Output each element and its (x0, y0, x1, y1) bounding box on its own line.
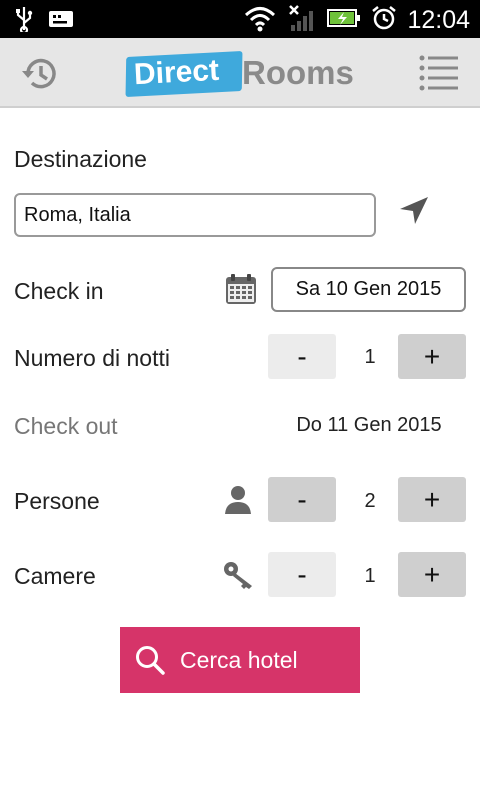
location-arrow-icon[interactable] (397, 194, 431, 228)
checkout-value: Do 11 Gen 2015 (296, 414, 442, 436)
search-button-label: Cerca hotel (180, 646, 298, 673)
rooms-plus-button[interactable]: + (398, 552, 466, 597)
nights-minus-button[interactable]: - (268, 334, 336, 379)
keyboard-icon (48, 10, 74, 33)
search-hotel-button[interactable]: Cerca hotel (120, 627, 360, 693)
logo-direct-text: Direct (133, 53, 220, 92)
key-icon (222, 560, 256, 590)
nights-plus-button[interactable]: + (398, 334, 466, 379)
nights-value: 1 (364, 346, 376, 368)
clock-time: 12:04 (407, 6, 470, 34)
person-icon (222, 484, 254, 516)
app-bar: Direct Rooms (0, 38, 480, 108)
wifi-icon (243, 4, 277, 37)
persons-label: Persone (14, 488, 100, 514)
rooms-minus-button[interactable]: - (268, 552, 336, 597)
logo-rooms-text: Rooms (242, 54, 354, 91)
persons-minus-button[interactable]: - (268, 477, 336, 522)
rooms-label: Camere (14, 563, 96, 589)
calendar-icon[interactable] (224, 272, 258, 306)
persons-value: 2 (364, 490, 376, 512)
persons-plus-button[interactable]: + (398, 477, 466, 522)
destination-input[interactable] (14, 193, 376, 237)
app-logo: Direct Rooms (125, 50, 356, 98)
search-icon (136, 646, 165, 675)
checkin-date-field[interactable]: Sa 10 Gen 2015 (271, 267, 466, 312)
rooms-value: 1 (364, 565, 376, 587)
destination-label: Destinazione (14, 146, 147, 172)
alarm-icon (371, 5, 397, 36)
nights-label: Numero di notti (14, 345, 170, 371)
battery-icon (327, 8, 361, 33)
list-menu-icon[interactable] (418, 53, 460, 93)
status-bar: 12:04 (0, 0, 480, 38)
checkin-label: Check in (14, 278, 104, 304)
checkout-label: Check out (14, 413, 118, 439)
signal-icon (287, 3, 317, 38)
usb-icon (14, 6, 34, 37)
history-icon[interactable] (20, 54, 60, 94)
